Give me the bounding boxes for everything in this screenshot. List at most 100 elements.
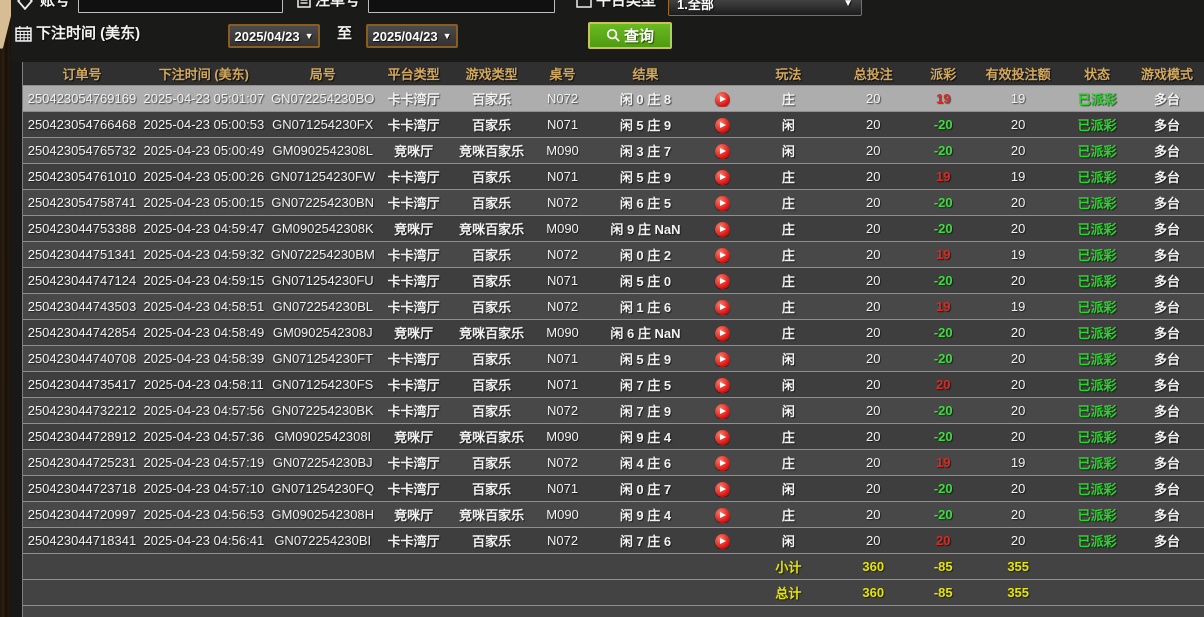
cell-payout: -20	[933, 325, 953, 340]
bet-number-input[interactable]	[368, 0, 555, 13]
table-row[interactable]: 250423044753388 2025-04-23 04:59:47 GM0902…	[23, 215, 1204, 241]
table-row[interactable]: 250423054761010 2025-04-23 05:00:26 GN0712…	[23, 163, 1204, 189]
cell-status: 已派彩	[1077, 482, 1117, 497]
col-header-order-id: 订单号	[62, 67, 102, 82]
cell-game-mode: 多台	[1154, 144, 1181, 159]
cell-result: 闲 6 庄 5	[619, 196, 672, 211]
replay-play-icon[interactable]	[714, 143, 730, 159]
replay-play-icon[interactable]	[714, 169, 730, 185]
cell-round-id: GN071254230FX	[272, 117, 374, 132]
cell-game-type: 竞咪百家乐	[459, 430, 525, 445]
table-row[interactable]: 250423054765732 2025-04-23 05:00:49 GM0902…	[23, 137, 1204, 163]
replay-play-icon[interactable]	[714, 481, 730, 497]
table-row[interactable]: 250423054769169 2025-04-23 05:01:07 GN0722…	[23, 85, 1204, 111]
cell-valid-bet: 20	[1010, 325, 1026, 340]
table-row[interactable]: 250423054758741 2025-04-23 05:00:15 GN0722…	[23, 189, 1204, 215]
table-row[interactable]: 250423044718341 2025-04-23 04:56:41 GN0722…	[23, 527, 1204, 553]
cell-order-id: 250423044723718	[27, 481, 137, 496]
cell-payout: -20	[933, 273, 953, 288]
cell-status: 已派彩	[1077, 534, 1117, 549]
replay-play-icon[interactable]	[714, 533, 730, 549]
table-row[interactable]: 250423044735417 2025-04-23 04:58:11 GN0712…	[23, 371, 1204, 397]
replay-play-icon[interactable]	[714, 273, 730, 289]
cell-bet-type: 庄	[781, 248, 795, 263]
play-triangle	[720, 330, 727, 337]
col-header-status: 状态	[1084, 67, 1111, 82]
replay-play-icon[interactable]	[714, 299, 730, 315]
cell-platform-type: 卡卡湾厅	[387, 118, 440, 133]
cell-payout: -20	[933, 429, 953, 444]
cell-game-type: 百家乐	[472, 378, 512, 393]
cell-valid-bet: 20	[1010, 507, 1026, 522]
cell-table-no: N071	[547, 351, 579, 366]
replay-play-icon[interactable]	[714, 195, 730, 211]
replay-play-icon[interactable]	[714, 325, 730, 341]
table-row[interactable]: 250423054766468 2025-04-23 05:00:53 GN0712…	[23, 111, 1204, 137]
cell-status: 已派彩	[1077, 378, 1117, 393]
platform-type-label: 平台类型	[596, 0, 657, 9]
cell-round-id: GN071254230FW	[270, 169, 376, 184]
table-row[interactable]: 250423044742854 2025-04-23 04:58:49 GM0902…	[23, 319, 1204, 345]
cell-game-type: 竞咪百家乐	[459, 222, 525, 237]
replay-play-icon[interactable]	[714, 403, 730, 419]
table-row[interactable]: 250423044740708 2025-04-23 04:58:39 GN0712…	[23, 345, 1204, 371]
table-body: 250423054769169 2025-04-23 05:01:07 GN0722…	[23, 85, 1204, 617]
cell-payout: 19	[935, 91, 951, 106]
date-from-picker[interactable]: 2025/04/23 ▼	[228, 24, 320, 48]
cell-payout: 19	[935, 299, 951, 314]
cell-bet-time: 2025-04-23 05:00:26	[143, 169, 265, 184]
cell-bet-time: 2025-04-23 05:01:07	[143, 91, 265, 106]
cell-valid-bet: 20	[1010, 429, 1026, 444]
cell-round-id: GN072254230BK	[271, 403, 374, 418]
cell-status: 已派彩	[1077, 144, 1117, 159]
cell-payout: -20	[933, 351, 953, 366]
query-button[interactable]: 查询	[588, 22, 672, 49]
query-button-label: 查询	[623, 28, 654, 45]
cell-result: 闲 0 庄 2	[619, 248, 672, 263]
cell-payout: -20	[933, 117, 953, 132]
replay-play-icon[interactable]	[714, 455, 730, 471]
cell-status: 已派彩	[1077, 222, 1117, 237]
replay-play-icon[interactable]	[714, 117, 730, 133]
cell-bet-type: 庄	[781, 196, 795, 211]
cell-bet-time: 2025-04-23 04:58:49	[143, 325, 265, 340]
cell-game-type: 百家乐	[472, 534, 512, 549]
cell-total-bet: 20	[866, 455, 881, 470]
replay-play-icon[interactable]	[714, 91, 730, 107]
cell-order-id: 250423054765732	[27, 143, 137, 158]
table-row[interactable]: 250423044747124 2025-04-23 04:59:15 GN0712…	[23, 267, 1204, 293]
table-row[interactable]: 250423044751341 2025-04-23 04:59:32 GN0722…	[23, 241, 1204, 267]
cell-total-bet: 20	[866, 481, 881, 496]
table-row[interactable]: 250423044723718 2025-04-23 04:57:10 GN0712…	[23, 475, 1204, 501]
table-row[interactable]: 250423044728912 2025-04-23 04:57:36 GM0902…	[23, 423, 1204, 449]
cell-platform-type: 卡卡湾厅	[387, 170, 440, 185]
cell-status: 已派彩	[1077, 456, 1117, 471]
account-input[interactable]	[78, 0, 283, 13]
cell-platform-type: 卡卡湾厅	[387, 352, 440, 367]
cell-round-id: GN072254230BM	[270, 247, 375, 262]
cell-payout: 20	[935, 377, 951, 392]
replay-play-icon[interactable]	[714, 429, 730, 445]
table-row[interactable]: 250423044743503 2025-04-23 04:58:51 GN0722…	[23, 293, 1204, 319]
replay-play-icon[interactable]	[714, 377, 730, 393]
table-row[interactable]: 250423044725231 2025-04-23 04:57:19 GN0722…	[23, 449, 1204, 475]
replay-play-icon[interactable]	[714, 507, 730, 523]
table-row[interactable]: 250423044720997 2025-04-23 04:56:53 GM0902…	[23, 501, 1204, 527]
cell-order-id: 250423054766468	[27, 117, 137, 132]
cell-status: 已派彩	[1077, 404, 1117, 419]
cell-bet-type: 闲	[781, 118, 795, 133]
col-header-table-no: 桌号	[549, 67, 576, 82]
replay-play-icon[interactable]	[714, 247, 730, 263]
cell-round-id: GN072254230BL	[272, 299, 373, 314]
cell-bet-type: 总计	[775, 586, 802, 601]
cell-game-type: 百家乐	[472, 300, 512, 315]
cell-game-mode: 多台	[1154, 404, 1181, 419]
table-row[interactable]: 250423044732212 2025-04-23 04:57:56 GN0722…	[23, 397, 1204, 423]
platform-type-select[interactable]: 1.全部 ▼	[668, 0, 862, 16]
cell-platform-type: 卡卡湾厅	[387, 404, 440, 419]
replay-play-icon[interactable]	[714, 221, 730, 237]
replay-play-icon[interactable]	[714, 351, 730, 367]
cell-table-no: N071	[547, 169, 579, 184]
cell-valid-bet: 20	[1010, 221, 1026, 236]
date-to-picker[interactable]: 2025/04/23 ▼	[366, 24, 458, 48]
